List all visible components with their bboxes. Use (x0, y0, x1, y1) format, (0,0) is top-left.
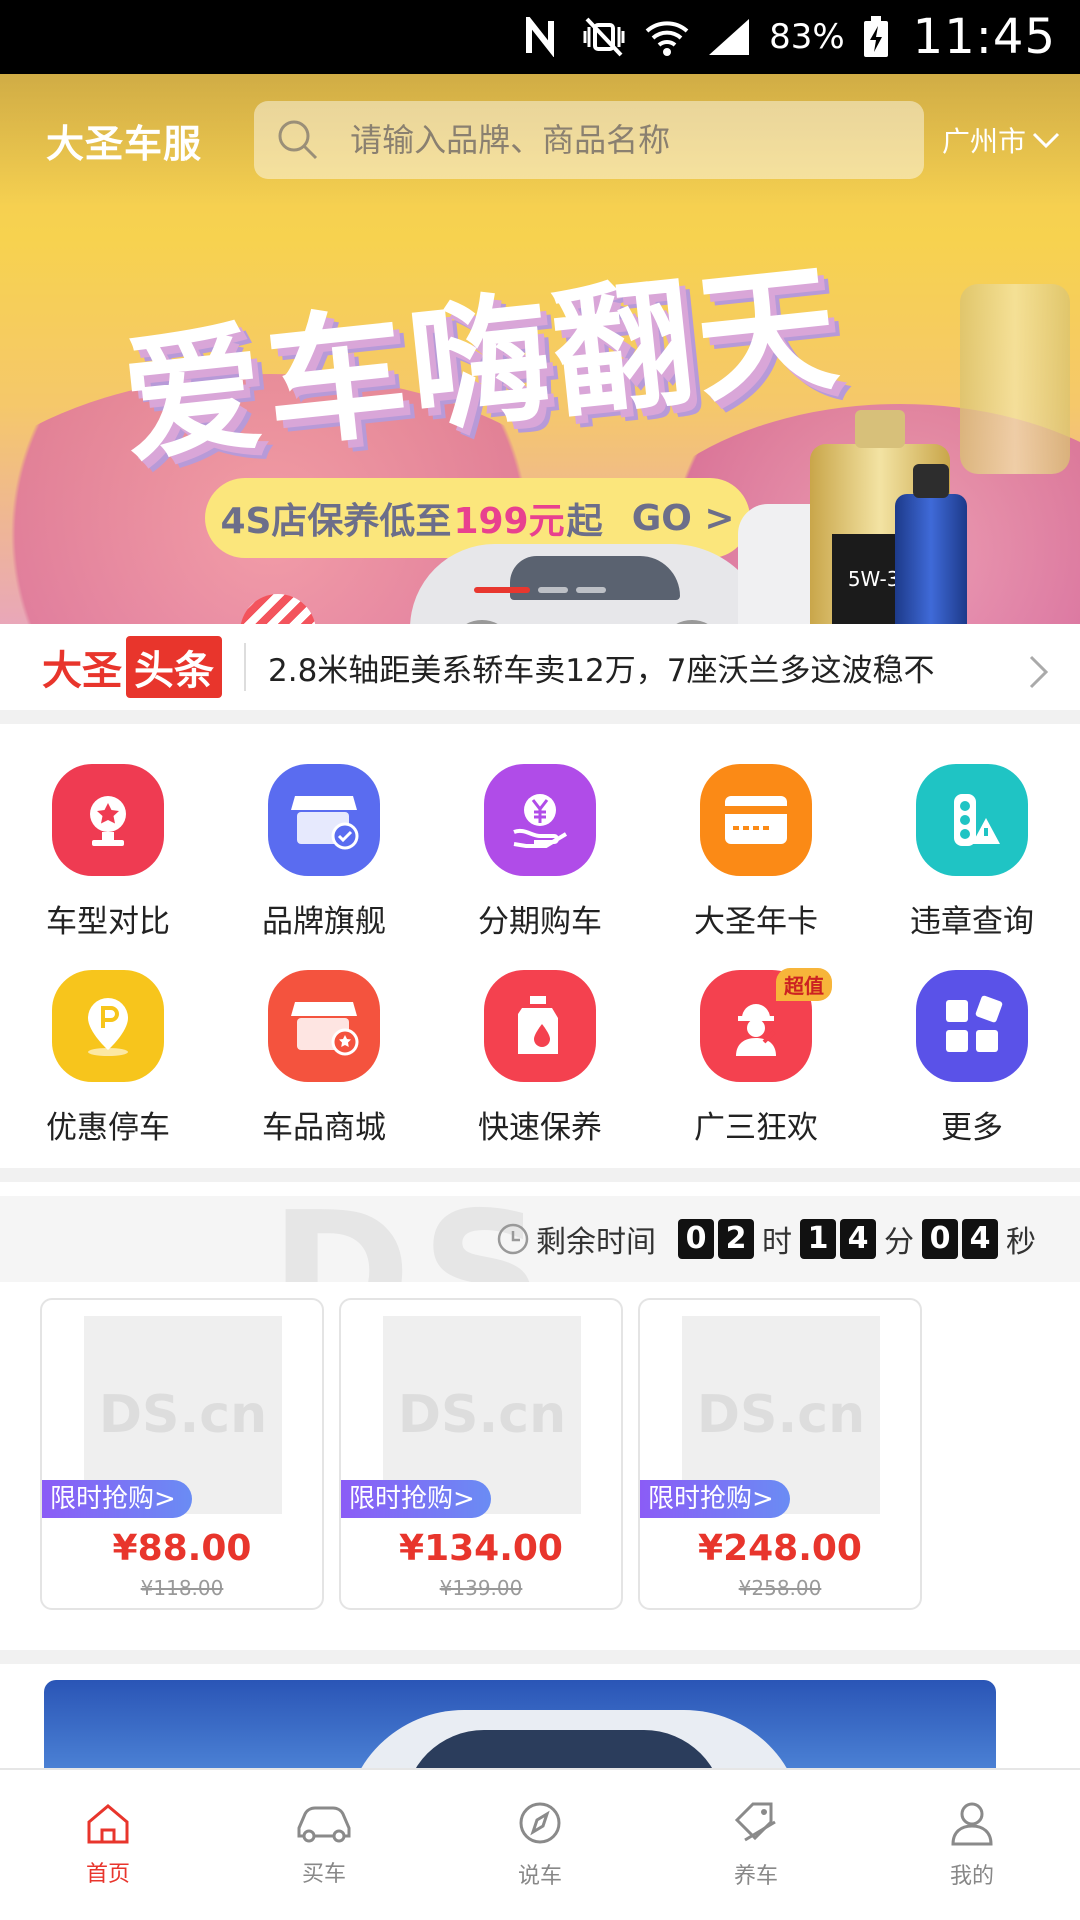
status-bar: 83% 11:45 (0, 0, 1080, 74)
trophy-icon (52, 764, 164, 876)
oil-bottle-icon (484, 970, 596, 1082)
quick-menu-item[interactable]: 优惠停车 (0, 970, 216, 1176)
tab-label: 说车 (517, 1864, 562, 1889)
quick-menu-label: 广三狂欢 (694, 1110, 818, 1146)
countdown-digit: 0 (678, 1219, 714, 1259)
signal-icon (707, 17, 751, 57)
battery-charging-icon (863, 16, 889, 58)
quick-menu-label: 大圣年卡 (694, 904, 818, 940)
clock: 11:45 (912, 9, 1056, 65)
quick-menu-label: 车型对比 (46, 904, 170, 940)
compass-icon (517, 1800, 563, 1852)
car-image (410, 544, 770, 624)
countdown-digit: 2 (718, 1219, 754, 1259)
tab-tag[interactable]: 养车 (648, 1770, 864, 1920)
grid-more-icon (916, 970, 1028, 1082)
quick-menu-item[interactable]: 大圣年卡 (648, 764, 864, 970)
quick-menu-label: 更多 (941, 1110, 1003, 1146)
quick-menu-item[interactable]: 车品商城 (216, 970, 432, 1176)
search-input[interactable] (350, 121, 871, 159)
promo-tag: 超值 (776, 968, 832, 1001)
flash-sale-badge: 限时抢购> (42, 1480, 192, 1518)
product-card[interactable]: DS.cn 限时抢购> ¥88.00 ¥118.00 (40, 1298, 324, 1610)
quick-menu: 车型对比 品牌旗舰 分期购车 大圣年卡 违章查询 优惠停车 车品商城 快速保养 超值 广三狂欢 更多 (0, 740, 1080, 1182)
yen-hand-icon (484, 764, 596, 876)
quick-menu-item[interactable]: 更多 (864, 970, 1080, 1176)
quick-menu-item[interactable]: 分期购车 (432, 764, 648, 970)
second-unit: 秒 (1006, 1225, 1036, 1260)
tab-label: 首页 (85, 1862, 130, 1887)
quick-menu-label: 优惠停车 (46, 1110, 170, 1146)
city-selector[interactable]: 广州市 (942, 120, 1060, 160)
quick-menu-item[interactable]: 超值广三狂欢 (648, 968, 864, 1176)
remaining-time-label: 剩余时间 (536, 1225, 656, 1260)
tab-person[interactable]: 我的 (864, 1770, 1080, 1920)
quick-menu-label: 分期购车 (478, 904, 602, 940)
chevron-right-icon[interactable] (1028, 654, 1050, 690)
product-card[interactable]: DS.cn 限时抢购> ¥134.00 ¥139.00 (339, 1298, 623, 1610)
parking-pin-icon (52, 970, 164, 1082)
battery-percentage: 83% (769, 17, 845, 57)
quick-menu-label: 车品商城 (262, 1110, 386, 1146)
clock-icon (496, 1222, 530, 1256)
quick-menu-label: 快速保养 (478, 1110, 602, 1146)
bottom-tab-bar: 首页 买车 说车 养车 我的 (0, 1768, 1080, 1920)
news-brand: 大圣 (42, 648, 122, 694)
quick-menu-label: 违章查询 (910, 904, 1034, 940)
search-bar[interactable] (254, 101, 924, 179)
storefront-check-icon (268, 764, 380, 876)
tag-icon (731, 1800, 781, 1852)
chevron-down-icon (1032, 132, 1060, 149)
traffic-light-icon (916, 764, 1028, 876)
countdown-digit: 0 (922, 1219, 958, 1259)
home-icon (85, 1802, 131, 1850)
quick-menu-item[interactable]: 品牌旗舰 (216, 764, 432, 970)
tab-label: 买车 (301, 1862, 346, 1887)
carousel-dot (576, 587, 606, 593)
tab-label: 养车 (733, 1864, 778, 1889)
product-price: ¥88.00 (112, 1528, 252, 1569)
app-logo: 大圣车服 (46, 121, 203, 166)
countdown-digit: 4 (962, 1219, 998, 1259)
quick-menu-item[interactable]: 车型对比 (0, 764, 216, 970)
top-header: 大圣车服 广州市 (0, 74, 1080, 206)
search-icon (276, 118, 320, 162)
flash-sale-badge: 限时抢购> (640, 1480, 790, 1518)
product-original-price: ¥118.00 (140, 1576, 224, 1600)
flash-sale-header: DS 剩余时间 02 时 14 分 04 秒 (0, 1196, 1080, 1282)
product-original-price: ¥258.00 (738, 1576, 822, 1600)
news-brand-tag: 头条 (126, 636, 222, 698)
minute-unit: 分 (884, 1225, 914, 1260)
carousel-dot (474, 587, 530, 593)
carousel-indicator (0, 587, 1080, 597)
card-icon (700, 764, 812, 876)
product-price: ¥248.00 (698, 1528, 862, 1569)
nfc-icon (523, 17, 563, 57)
product-original-price: ¥139.00 (439, 1576, 523, 1600)
product-price: ¥134.00 (399, 1528, 563, 1569)
store-star-icon (268, 970, 380, 1082)
news-headline[interactable]: 2.8米轴距美系轿车卖12万，7座沃兰多这波稳不 (268, 645, 1008, 690)
quick-menu-item[interactable]: 违章查询 (864, 764, 1080, 970)
tab-label: 我的 (949, 1864, 994, 1889)
car-icon (293, 1802, 355, 1850)
quick-menu-label: 品牌旗舰 (262, 904, 386, 940)
person-icon (949, 1800, 995, 1852)
news-ticker[interactable]: 大圣 头条 2.8米轴距美系轿车卖12万，7座沃兰多这波稳不 (0, 624, 1080, 724)
flash-sale-products: DS.cn 限时抢购> ¥88.00 ¥118.00 DS.cn 限时抢购> ¥134.00… (40, 1298, 922, 1610)
countdown-digit: 1 (800, 1219, 836, 1259)
cleaner-bottle-image (895, 464, 967, 624)
ad-banner[interactable] (44, 1680, 996, 1780)
product-card[interactable]: DS.cn 限时抢购> ¥248.00 ¥258.00 (638, 1298, 922, 1610)
flash-sale-badge: 限时抢购> (341, 1480, 491, 1518)
tab-car[interactable]: 买车 (216, 1770, 432, 1920)
quick-menu-item[interactable]: 快速保养 (432, 970, 648, 1176)
carousel-dot (538, 587, 568, 593)
countdown-digit: 4 (840, 1219, 876, 1259)
tab-compass[interactable]: 说车 (432, 1770, 648, 1920)
wifi-icon (645, 17, 689, 57)
tab-home[interactable]: 首页 (0, 1770, 216, 1920)
vibrate-mute-icon (581, 17, 627, 57)
hour-unit: 时 (762, 1225, 792, 1260)
